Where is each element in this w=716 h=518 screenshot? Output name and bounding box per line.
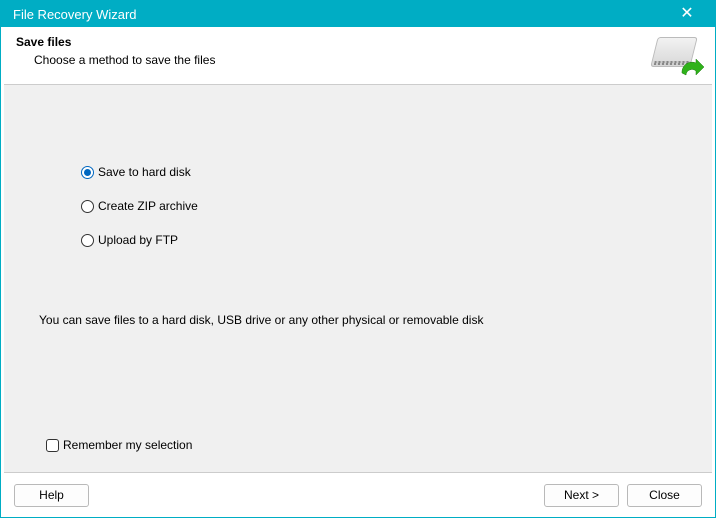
- option-description: You can save files to a hard disk, USB d…: [39, 313, 483, 327]
- window-title: File Recovery Wizard: [13, 7, 667, 22]
- option-upload-ftp[interactable]: Upload by FTP: [81, 233, 712, 247]
- radio-icon: [81, 166, 94, 179]
- radio-icon: [81, 234, 94, 247]
- wizard-body: Save to hard disk Create ZIP archive Upl…: [4, 85, 712, 472]
- remember-selection[interactable]: Remember my selection: [46, 438, 192, 452]
- close-icon[interactable]: ✕: [667, 1, 707, 27]
- page-title: Save files: [16, 35, 650, 49]
- titlebar: File Recovery Wizard ✕: [1, 1, 715, 27]
- option-label: Create ZIP archive: [98, 199, 198, 213]
- option-label: Upload by FTP: [98, 233, 178, 247]
- wizard-header: Save files Choose a method to save the f…: [4, 27, 712, 85]
- option-label: Save to hard disk: [98, 165, 191, 179]
- page-subtitle: Choose a method to save the files: [34, 53, 650, 67]
- remember-label: Remember my selection: [63, 438, 192, 452]
- close-button[interactable]: Close: [627, 484, 702, 507]
- help-button[interactable]: Help: [14, 484, 89, 507]
- save-method-options: Save to hard disk Create ZIP archive Upl…: [4, 85, 712, 247]
- option-create-zip[interactable]: Create ZIP archive: [81, 199, 712, 213]
- wizard-footer: Help Next > Close: [4, 472, 712, 517]
- option-save-hard-disk[interactable]: Save to hard disk: [81, 165, 712, 179]
- radio-icon: [81, 200, 94, 213]
- checkbox-icon[interactable]: [46, 439, 59, 452]
- hard-disk-recover-icon: [650, 35, 700, 79]
- next-button[interactable]: Next >: [544, 484, 619, 507]
